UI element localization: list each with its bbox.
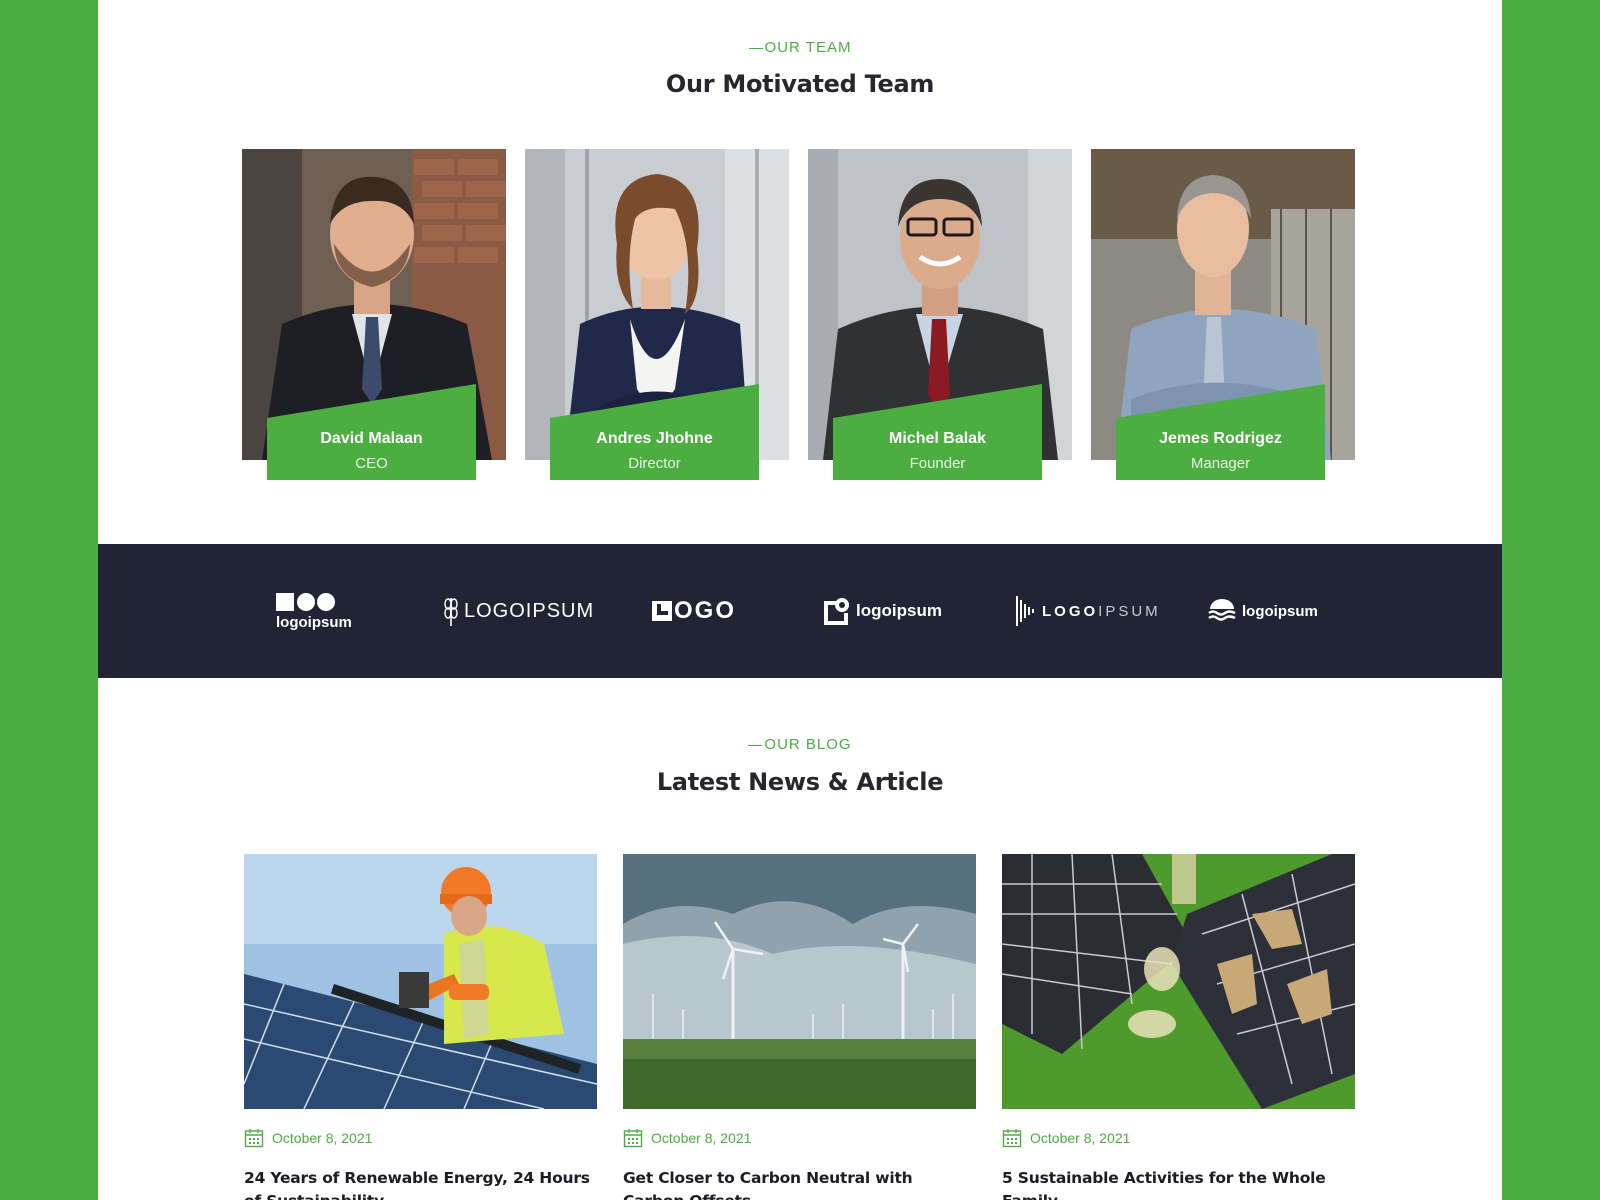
square-l-logo-icon — [652, 601, 672, 621]
post-title[interactable]: 5 Sustainable Activities for the Whole F… — [1002, 1167, 1355, 1200]
partner-logo[interactable]: LOGOIPSUM — [444, 544, 594, 678]
member-name: Jemes Rodrigez — [1159, 430, 1282, 447]
partner-logo-text: LOGOIPSUM — [464, 599, 595, 622]
member-name: David Malaan — [320, 430, 423, 447]
wheat-logo-icon — [444, 598, 458, 626]
team-eyebrow-text: OUR TEAM — [764, 39, 852, 56]
partner-logo[interactable]: logoipsum — [824, 544, 942, 678]
partner-logo-text: logoipsum — [856, 601, 942, 620]
partner-logo-text-secondary: IPSUM — [1098, 602, 1161, 620]
post-thumbnail[interactable] — [244, 854, 597, 1109]
blog-eyebrow: OUR BLOG — [98, 736, 1502, 753]
post-meta: October 8, 2021 — [1002, 1128, 1355, 1148]
member-role: CEO — [355, 455, 388, 472]
partner-logo-text: logoipsum — [1242, 602, 1318, 620]
member-role: Founder — [909, 455, 966, 472]
calendar-icon — [1002, 1129, 1022, 1148]
post-meta: October 8, 2021 — [623, 1128, 976, 1148]
team-card[interactable]: Michel Balak Founder — [808, 149, 1072, 480]
partner-logos-band: logoipsum LOGOIPSUM OGO logoipsum LOGOIP… — [98, 544, 1502, 678]
member-name: Michel Balak — [889, 430, 986, 447]
blog-post-card[interactable]: October 8, 2021 Get Closer to Carbon Neu… — [623, 854, 976, 1200]
team-title: Our Motivated Team — [665, 70, 935, 98]
eyebrow-dash — [748, 744, 763, 746]
name-plate: Jemes Rodrigez Manager — [1116, 384, 1325, 480]
eyebrow-dash — [748, 47, 763, 49]
team-card[interactable]: Jemes Rodrigez Manager — [1091, 149, 1355, 480]
blog-post-card[interactable]: October 8, 2021 24 Years of Renewable En… — [244, 854, 597, 1200]
pin-square-logo-icon — [824, 598, 849, 625]
team-eyebrow: OUR TEAM — [98, 39, 1502, 56]
blog-eyebrow-text: OUR BLOG — [764, 736, 852, 753]
partner-logo-text: LOGO — [1042, 602, 1099, 620]
post-title[interactable]: 24 Years of Renewable Energy, 24 Hours o… — [244, 1167, 597, 1200]
calendar-icon — [244, 1129, 264, 1148]
post-date: October 8, 2021 — [1030, 1130, 1131, 1146]
partner-logo[interactable]: logoipsum — [1208, 544, 1318, 678]
partner-logo-text: OGO — [674, 597, 737, 624]
team-card[interactable]: Andres Jhohne Director — [525, 149, 789, 480]
bars-logo-icon — [1016, 596, 1034, 626]
member-role: Manager — [1190, 455, 1251, 472]
blog-title: Latest News & Article — [656, 768, 944, 796]
name-plate: Michel Balak Founder — [833, 384, 1042, 480]
partner-logo[interactable]: OGO — [652, 544, 736, 678]
team-card[interactable]: David Malaan CEO — [242, 149, 506, 480]
name-plate: Andres Jhohne Director — [550, 384, 759, 480]
member-name: Andres Jhohne — [596, 430, 713, 447]
member-role: Director — [628, 455, 681, 472]
partner-logo[interactable]: logoipsum — [276, 544, 352, 678]
post-thumbnail[interactable] — [623, 854, 976, 1109]
waves-logo-icon — [1208, 599, 1236, 621]
post-title[interactable]: Get Closer to Carbon Neutral with Carbon… — [623, 1167, 976, 1200]
page: OUR TEAM Our Motivated Team David Malaan… — [98, 0, 1502, 1200]
partner-logo-text: logoipsum — [276, 613, 352, 631]
calendar-icon — [623, 1129, 643, 1148]
circles-logo-icon — [276, 592, 335, 611]
post-thumbnail[interactable] — [1002, 854, 1355, 1109]
post-date: October 8, 2021 — [651, 1130, 752, 1146]
blog-post-card[interactable]: October 8, 2021 5 Sustainable Activities… — [1002, 854, 1355, 1200]
post-date: October 8, 2021 — [272, 1130, 373, 1146]
name-plate: David Malaan CEO — [267, 384, 476, 480]
partner-logo[interactable]: LOGOIPSUM — [1016, 544, 1161, 678]
post-meta: October 8, 2021 — [244, 1128, 597, 1148]
